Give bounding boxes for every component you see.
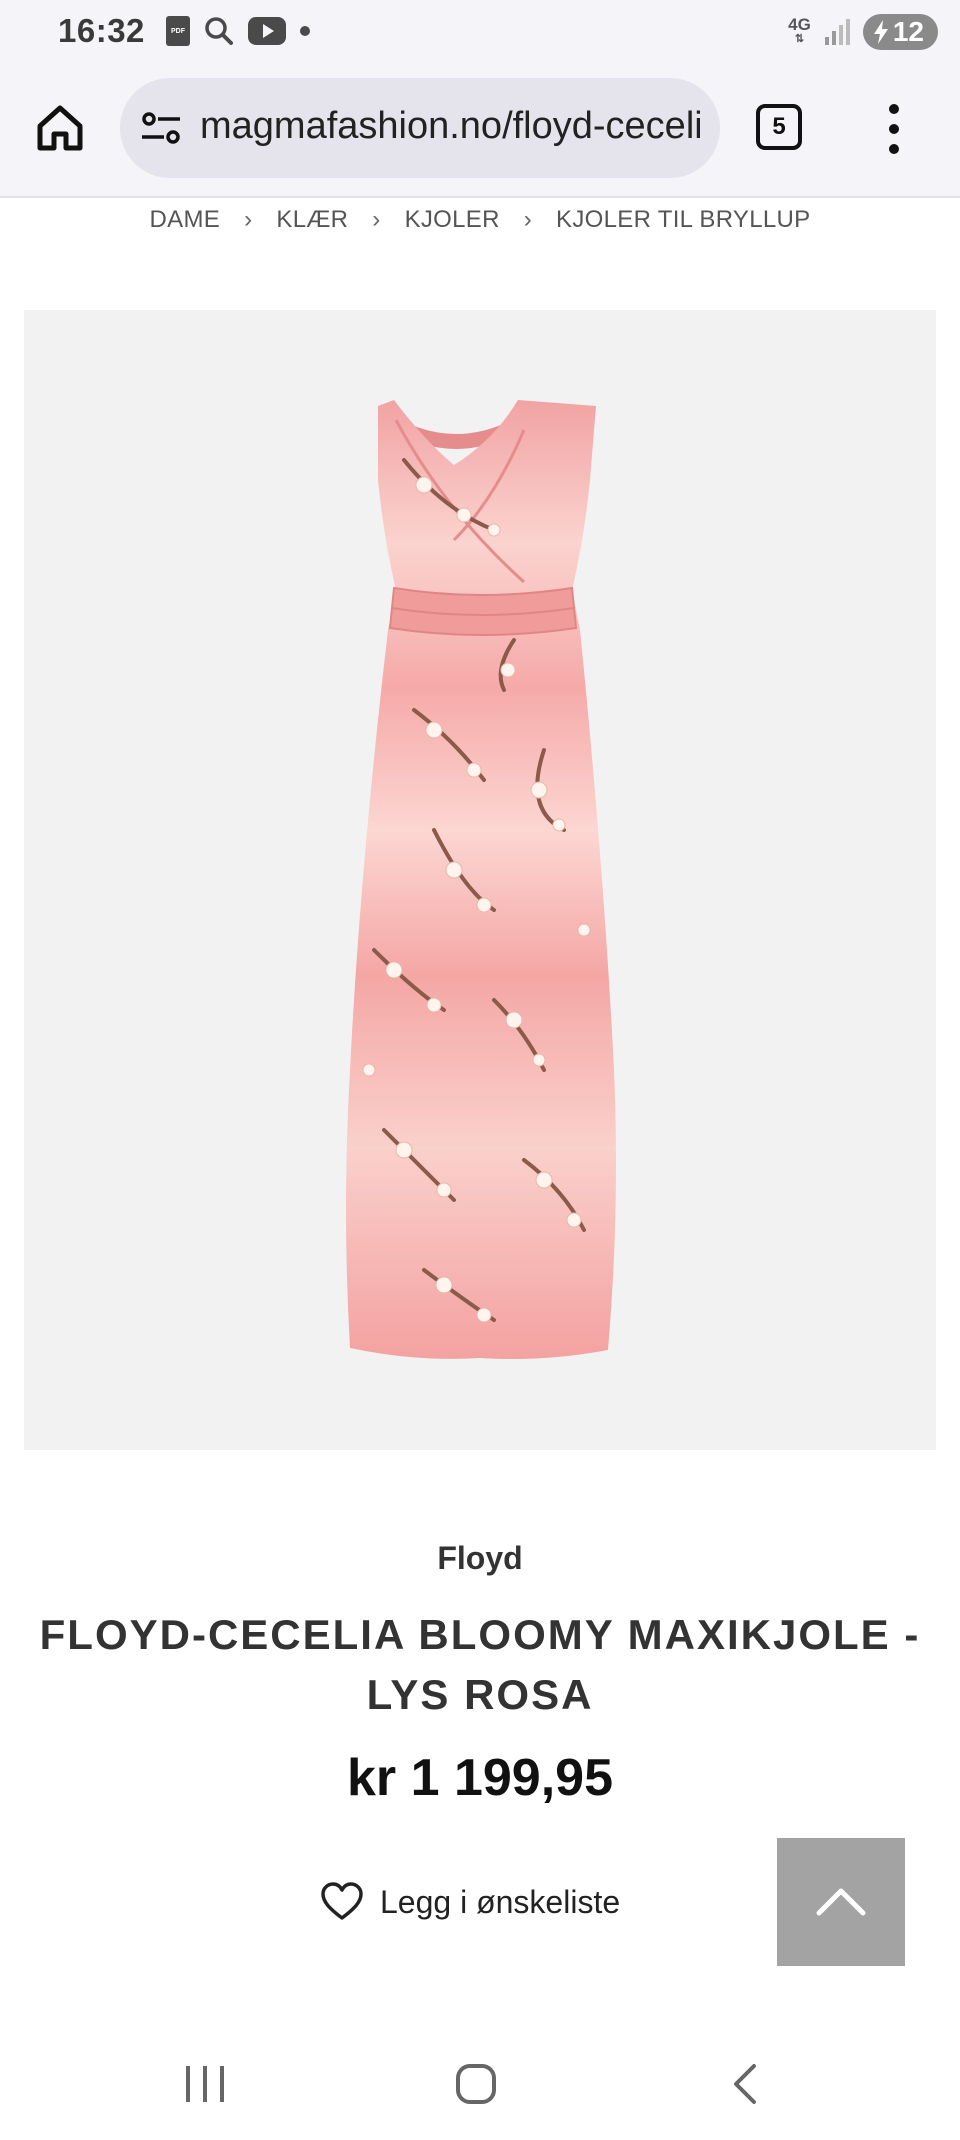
dot-icon: [300, 26, 310, 36]
system-navigation-bar: [0, 2030, 960, 2140]
add-to-wishlist-button[interactable]: Legg i ønskeliste: [320, 1882, 620, 1922]
chevron-right-icon: ›: [372, 206, 381, 233]
site-settings-icon[interactable]: [140, 110, 182, 146]
breadcrumb-item-klaer[interactable]: KLÆR: [276, 206, 348, 233]
scroll-to-top-button[interactable]: [777, 1838, 905, 1966]
browser-toolbar: magmafashion.no/floyd-cecelia 5: [0, 64, 960, 198]
signal-icon: [824, 19, 850, 45]
network-indicator: 4G ⇅: [788, 15, 811, 45]
address-bar[interactable]: magmafashion.no/floyd-cecelia: [120, 78, 720, 178]
chevron-right-icon: ›: [523, 206, 533, 233]
battery-indicator: 12: [862, 14, 938, 50]
breadcrumb-item-kjoler[interactable]: KJOLER: [405, 206, 500, 233]
status-time: 16:32: [58, 12, 145, 49]
breadcrumb-item-kjoler-til-bryllup[interactable]: KJOLER TIL BRYLLUP: [556, 206, 810, 233]
more-menu-icon[interactable]: [884, 104, 904, 154]
heart-icon: [321, 1882, 363, 1920]
battery-level: 12: [892, 16, 924, 47]
recent-apps-icon[interactable]: [186, 2066, 224, 2102]
search-icon: [205, 17, 233, 45]
home-icon[interactable]: [32, 100, 88, 156]
product-price: kr 1 199,95: [346, 1749, 614, 1807]
breadcrumb: DAME › KLÆR › KJOLER › KJOLER TIL BRYLLUP: [0, 206, 960, 234]
notification-icons: PDF: [166, 16, 310, 46]
youtube-icon: [248, 17, 286, 45]
wishlist-label: Legg i ønskeliste: [380, 1883, 621, 1920]
chevron-up-icon: [816, 1888, 866, 1916]
chevron-right-icon: ›: [244, 206, 253, 233]
product-brand[interactable]: Floyd: [0, 1540, 960, 1577]
url-text[interactable]: magmafashion.no/floyd-cecelia: [200, 105, 700, 148]
product-title: FLOYD-CECELIA BLOOMY MAXIKJOLE - LYS ROS…: [39, 1611, 921, 1718]
tab-switcher-button[interactable]: 5: [756, 104, 802, 150]
home-circle-icon[interactable]: [456, 2064, 496, 2104]
dress-illustration: [346, 400, 616, 1359]
charging-icon: [873, 20, 888, 44]
pdf-icon: PDF: [166, 16, 190, 46]
product-image[interactable]: [24, 310, 936, 1450]
network-type: 4G: [788, 15, 811, 34]
back-icon[interactable]: [728, 2062, 762, 2106]
breadcrumb-item-dame[interactable]: DAME: [150, 206, 221, 233]
status-bar: 16:32 PDF 4G ⇅ 12: [0, 0, 960, 64]
